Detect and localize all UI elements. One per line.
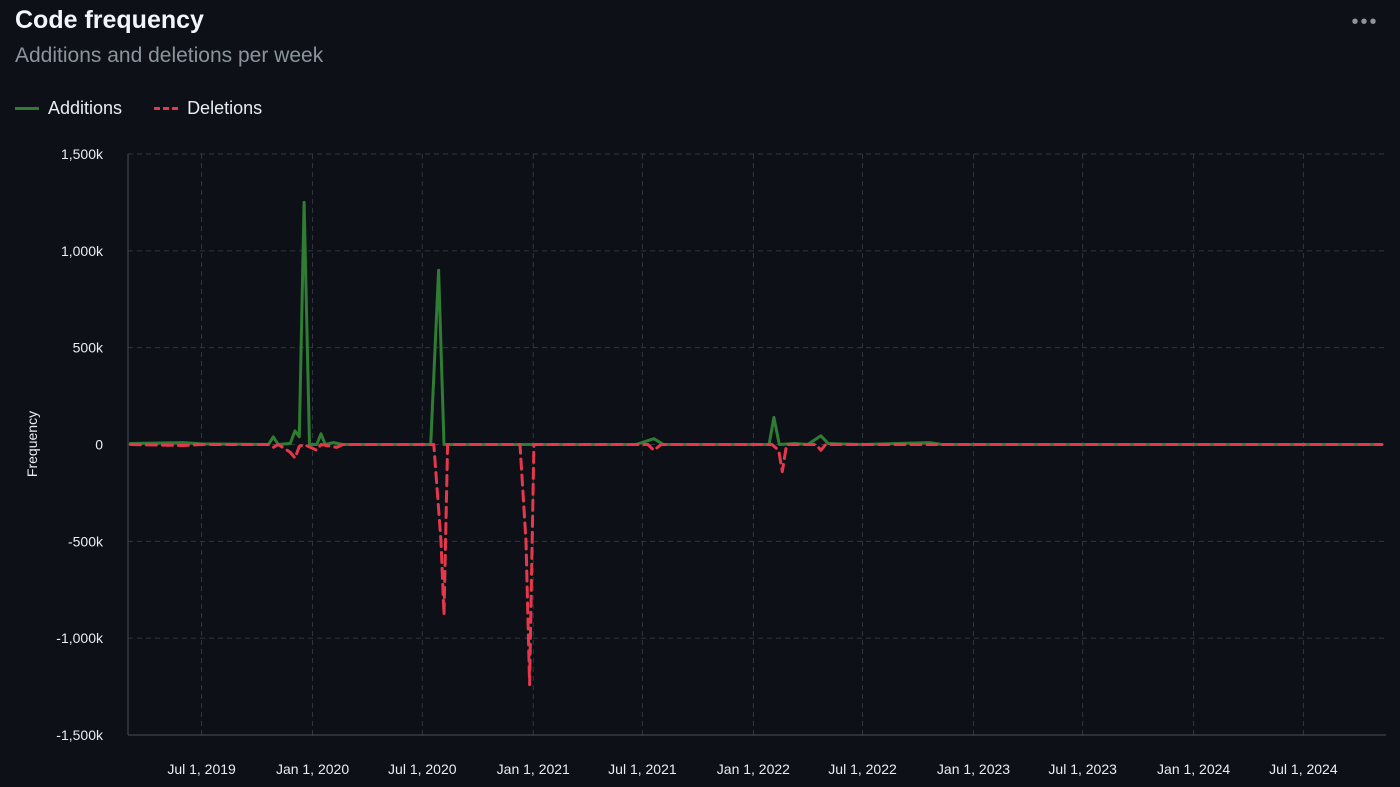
x-tick-label: Jan 1, 2023	[937, 761, 1010, 777]
x-tick-label: Jan 1, 2021	[497, 761, 570, 777]
y-tick-label: 0	[95, 437, 103, 453]
x-tick-label: Jan 1, 2024	[1157, 761, 1230, 777]
x-tick-label: Jul 1, 2019	[167, 761, 236, 777]
y-tick-label: -500k	[68, 533, 104, 549]
x-tick-label: Jul 1, 2023	[1048, 761, 1117, 777]
y-tick-label: 1,000k	[61, 243, 104, 259]
code-frequency-chart[interactable]: 1,500k 1,000k 500k 0 -500k -1,000k -1,500k Jul …	[0, 0, 1400, 787]
y-tick-label: -1,500k	[56, 727, 104, 743]
x-tick-label: Jan 1, 2020	[276, 761, 349, 777]
x-tick-label: Jul 1, 2024	[1269, 761, 1338, 777]
x-tick-label: Jan 1, 2022	[717, 761, 790, 777]
x-tick-label: Jul 1, 2021	[608, 761, 677, 777]
y-tick-label: -1,000k	[56, 630, 104, 646]
y-axis-title: Frequency	[24, 411, 40, 477]
x-tick-label: Jul 1, 2020	[388, 761, 457, 777]
y-tick-label: 500k	[73, 340, 104, 356]
y-tick-label: 1,500k	[61, 146, 104, 162]
x-tick-label: Jul 1, 2022	[828, 761, 897, 777]
